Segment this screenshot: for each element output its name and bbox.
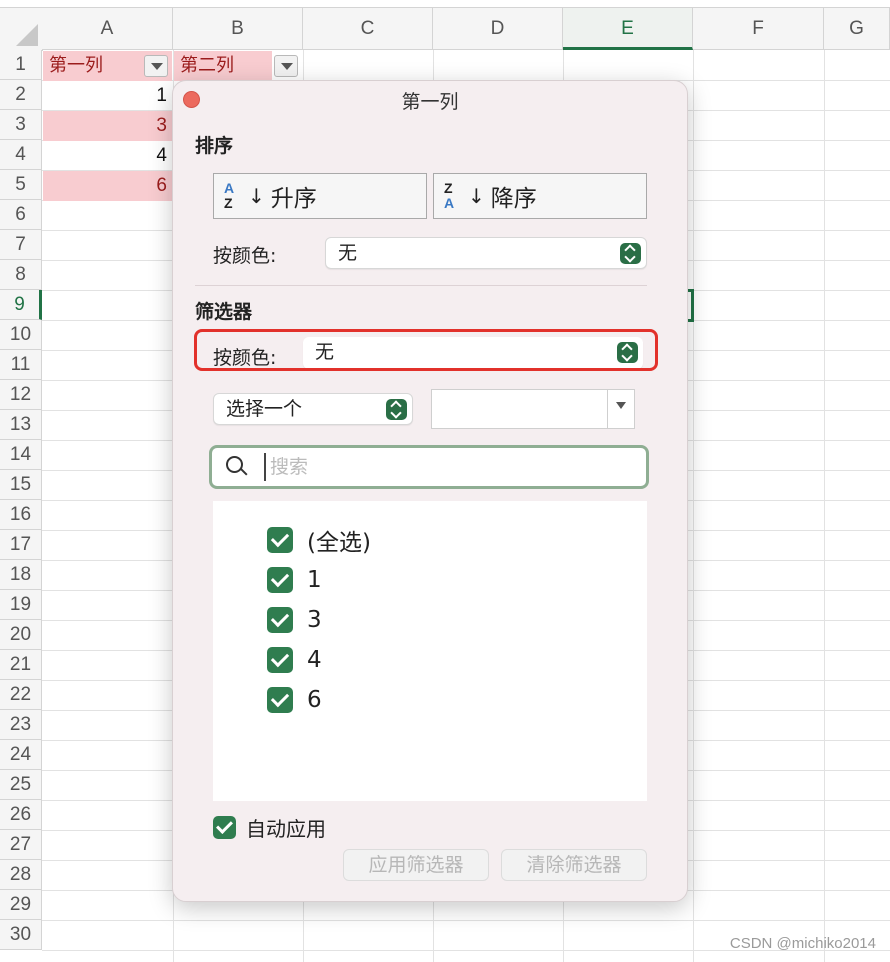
row-header[interactable]: 17: [0, 530, 42, 560]
filter-dropdown-b-icon[interactable]: [274, 55, 298, 77]
condition-select[interactable]: 选择一个: [213, 393, 413, 425]
row-header[interactable]: 16: [0, 500, 42, 530]
select-all-icon: [16, 24, 38, 46]
row-header[interactable]: 29: [0, 890, 42, 920]
auto-apply-label: 自动应用: [246, 817, 326, 841]
row-header[interactable]: 28: [0, 860, 42, 890]
search-icon: [226, 456, 243, 473]
arrow-down-icon: ↓: [468, 184, 485, 208]
row-header[interactable]: 22: [0, 680, 42, 710]
watermark: CSDN @michiko2014: [729, 935, 876, 952]
filter-popover: 第一列 排序 AZ ↓ 升序 ZA ↓ 降序 按颜色: 无 筛选器 按颜色: 无…: [172, 80, 688, 902]
clear-filter-button[interactable]: 清除筛选器: [501, 849, 647, 881]
list-item-select-all[interactable]: (全选): [267, 525, 371, 556]
row-header[interactable]: 14: [0, 440, 42, 470]
stepper-icon: [620, 243, 641, 264]
filter-dropdown-a-icon[interactable]: [144, 55, 168, 77]
header-text: 第一列: [49, 55, 103, 76]
cell-a5[interactable]: 6: [43, 171, 173, 201]
list-item[interactable]: 3: [267, 605, 322, 635]
sort-asc-label: 升序: [270, 186, 317, 212]
filter-section-title: 筛选器: [195, 301, 253, 323]
list-item-label: 1: [307, 567, 322, 593]
checkbox-checked-icon[interactable]: [267, 607, 293, 633]
active-cell-border: [688, 289, 694, 322]
column-header-e[interactable]: E: [563, 8, 693, 50]
value-list: (全选) 1 3 4 6: [213, 501, 647, 801]
ribbon-edge: [0, 0, 890, 8]
cell-b1-header[interactable]: 第二列: [174, 51, 272, 81]
condition-value-combo[interactable]: [431, 389, 635, 429]
row-header[interactable]: 26: [0, 800, 42, 830]
checkbox-checked-icon[interactable]: [213, 816, 236, 839]
column-header-d[interactable]: D: [433, 8, 563, 50]
list-item[interactable]: 4: [267, 645, 322, 675]
row-header-active[interactable]: 9: [0, 290, 42, 320]
list-item-label: 3: [307, 607, 322, 633]
select-all-corner[interactable]: [0, 8, 43, 51]
row-header[interactable]: 23: [0, 710, 42, 740]
checkbox-checked-icon[interactable]: [267, 647, 293, 673]
auto-apply-toggle[interactable]: 自动应用: [213, 813, 326, 842]
arrow-down-icon: ↓: [248, 184, 265, 208]
row-header[interactable]: 19: [0, 590, 42, 620]
row-header[interactable]: 6: [0, 200, 42, 230]
row-header[interactable]: 10: [0, 320, 42, 350]
sort-ascending-button[interactable]: AZ ↓ 升序: [213, 173, 427, 219]
cell-a3[interactable]: 3: [43, 111, 173, 141]
sort-by-color-select[interactable]: 无: [325, 237, 647, 269]
section-divider: [195, 285, 647, 286]
checkbox-checked-icon[interactable]: [267, 567, 293, 593]
stepper-icon: [386, 399, 407, 420]
list-item-label: 6: [307, 687, 322, 713]
sort-by-color-label: 按颜色:: [213, 245, 277, 267]
header-text: 第二列: [180, 55, 234, 76]
column-header-f[interactable]: F: [693, 8, 824, 50]
row-header[interactable]: 1: [0, 50, 42, 80]
popover-title: 第一列: [401, 91, 459, 113]
sort-az-icon: AZ: [224, 180, 235, 211]
search-input[interactable]: [264, 453, 632, 481]
row-header[interactable]: 18: [0, 560, 42, 590]
row-header[interactable]: 21: [0, 650, 42, 680]
column-header-g[interactable]: G: [824, 8, 890, 50]
row-header[interactable]: 20: [0, 620, 42, 650]
checkbox-checked-icon[interactable]: [267, 527, 293, 553]
row-header[interactable]: 13: [0, 410, 42, 440]
sort-za-icon: ZA: [444, 180, 455, 211]
highlight-annotation: [194, 329, 658, 371]
row-header[interactable]: 4: [0, 140, 42, 170]
column-header-c[interactable]: C: [303, 8, 433, 50]
row-header[interactable]: 11: [0, 350, 42, 380]
row-header[interactable]: 7: [0, 230, 42, 260]
row-header[interactable]: 2: [0, 80, 42, 110]
row-header[interactable]: 25: [0, 770, 42, 800]
sort-section-title: 排序: [195, 135, 234, 157]
sort-by-color-value: 无: [338, 242, 358, 264]
chevron-down-icon[interactable]: [607, 390, 634, 428]
row-header[interactable]: 27: [0, 830, 42, 860]
list-item-label: (全选): [307, 530, 371, 556]
row-header[interactable]: 12: [0, 380, 42, 410]
row-header[interactable]: 24: [0, 740, 42, 770]
row-header[interactable]: 5: [0, 170, 42, 200]
row-header[interactable]: 3: [0, 110, 42, 140]
checkbox-checked-icon[interactable]: [267, 687, 293, 713]
list-item[interactable]: 1: [267, 565, 322, 595]
cell-a2[interactable]: 1: [43, 81, 173, 111]
cell-a4[interactable]: 4: [43, 141, 173, 171]
row-header[interactable]: 8: [0, 260, 42, 290]
apply-filter-button[interactable]: 应用筛选器: [343, 849, 489, 881]
search-field[interactable]: [209, 445, 649, 489]
column-header-b[interactable]: B: [173, 8, 303, 50]
list-item[interactable]: 6: [267, 685, 322, 715]
row-header[interactable]: 30: [0, 920, 42, 950]
list-item-label: 4: [307, 647, 322, 673]
sort-desc-label: 降序: [490, 186, 537, 212]
column-header-a[interactable]: A: [42, 8, 173, 50]
condition-value: 选择一个: [226, 398, 303, 420]
sort-descending-button[interactable]: ZA ↓ 降序: [433, 173, 647, 219]
row-header[interactable]: 15: [0, 470, 42, 500]
